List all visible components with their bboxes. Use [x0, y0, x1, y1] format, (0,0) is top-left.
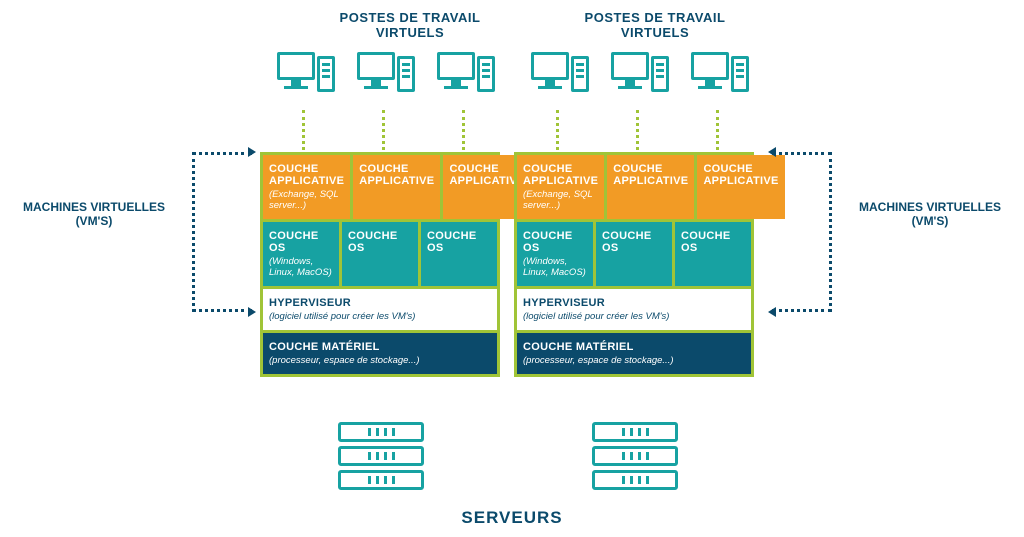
workstation-icon: [611, 52, 669, 102]
label-vms-right: MACHINES VIRTUELLES(VM'S): [840, 200, 1020, 228]
server-icon: [592, 446, 678, 466]
workstation-icon: [531, 52, 589, 102]
label-workstations-left: POSTES DE TRAVAIL VIRTUELS: [325, 10, 495, 40]
layer-os: COUCHE OS: [421, 222, 497, 286]
layer-hardware: COUCHE MATÉRIEL(processeur, espace de st…: [263, 333, 497, 374]
server-icon: [338, 422, 424, 442]
server-icon: [592, 470, 678, 490]
server-rack-left: [338, 422, 424, 490]
layer-os: COUCHE OS(Windows, Linux, MacOS): [517, 222, 596, 286]
layer-os: COUCHE OS: [675, 222, 751, 286]
layer-hypervisor: HYPERVISEUR(logiciel utilisé pour créer …: [263, 289, 497, 330]
arrow-icon: [248, 307, 256, 317]
connector-dotted: [302, 110, 305, 150]
layer-applicative: COUCHE APPLICATIVE: [607, 155, 697, 219]
layer-hypervisor: HYPERVISEUR(logiciel utilisé pour créer …: [517, 289, 751, 330]
workstation-group-left: [277, 52, 495, 102]
bracket-left: [192, 152, 252, 312]
workstation-group-right: [531, 52, 749, 102]
arrow-icon: [768, 147, 776, 157]
arrow-icon: [248, 147, 256, 157]
workstation-icon: [691, 52, 749, 102]
workstation-icon: [357, 52, 415, 102]
arrow-icon: [768, 307, 776, 317]
connector-dotted: [716, 110, 719, 150]
label-servers: SERVEURS: [0, 508, 1024, 528]
connector-dotted: [382, 110, 385, 150]
server-rack-right: [592, 422, 678, 490]
connector-dotted: [556, 110, 559, 150]
layer-os: COUCHE OS(Windows, Linux, MacOS): [263, 222, 342, 286]
connector-dotted: [462, 110, 465, 150]
layer-os: COUCHE OS: [596, 222, 675, 286]
connector-dotted: [636, 110, 639, 150]
label-vms-left: MACHINES VIRTUELLES(VM'S): [4, 200, 184, 228]
vm-stack-left: COUCHE APPLICATIVE(Exchange, SQL server.…: [260, 152, 500, 377]
layer-hardware: COUCHE MATÉRIEL(processeur, espace de st…: [517, 333, 751, 374]
server-icon: [338, 446, 424, 466]
server-icon: [592, 422, 678, 442]
layer-os: COUCHE OS: [342, 222, 421, 286]
layer-applicative: COUCHE APPLICATIVE(Exchange, SQL server.…: [263, 155, 353, 219]
layer-applicative: COUCHE APPLICATIVE(Exchange, SQL server.…: [517, 155, 607, 219]
label-workstations-right: POSTES DE TRAVAIL VIRTUELS: [570, 10, 740, 40]
layer-applicative: COUCHE APPLICATIVE: [353, 155, 443, 219]
workstation-icon: [437, 52, 495, 102]
workstation-icon: [277, 52, 335, 102]
vm-stack-right: COUCHE APPLICATIVE(Exchange, SQL server.…: [514, 152, 754, 377]
server-icon: [338, 470, 424, 490]
bracket-right: [772, 152, 832, 312]
